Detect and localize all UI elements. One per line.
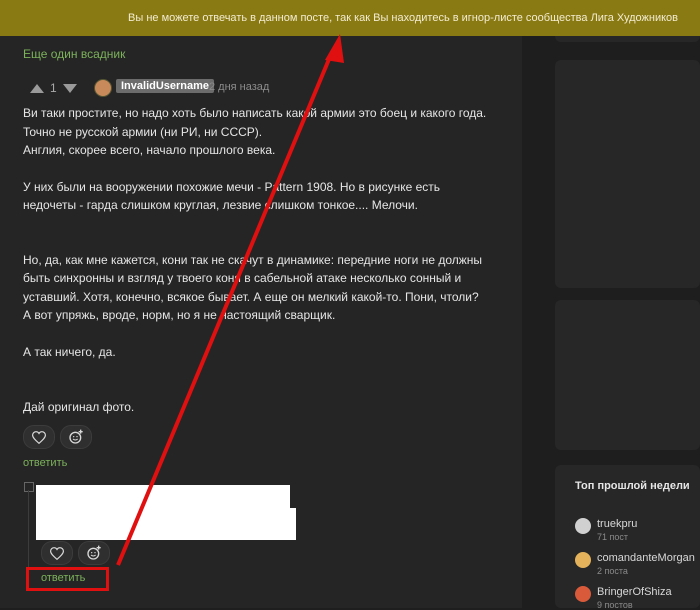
top-user-count: 9 постов: [597, 600, 633, 610]
child-emoji-reaction-button[interactable]: [78, 541, 110, 565]
redacted-block: [36, 485, 290, 509]
top-user-name: BringerOfShiza: [597, 586, 672, 598]
sidebar-card-3: [555, 300, 700, 450]
banner-text: Вы не можете отвечать в данном посте, та…: [128, 12, 678, 24]
comment-body: Ви таки простите, но надо хоть было напи…: [23, 104, 493, 417]
heart-icon: [50, 546, 64, 560]
top-user-name: comandanteMorgan: [597, 552, 695, 564]
smile-plus-icon: [69, 429, 83, 444]
collapse-thread-toggle[interactable]: [24, 482, 34, 492]
comment-rating: 1: [50, 81, 57, 95]
thread-line: [28, 490, 29, 570]
comment-paragraph: У них были на вооружении похожие мечи - …: [23, 179, 444, 213]
top-user-item[interactable]: comandanteMorgan 2 поста: [575, 552, 695, 576]
username-badge[interactable]: InvalidUsername: [116, 79, 215, 93]
reply-link[interactable]: ответить: [23, 457, 67, 469]
comment-paragraph: А так ничего, да.: [23, 344, 116, 359]
child-like-button[interactable]: [41, 541, 73, 565]
ignore-list-banner: Вы не можете отвечать в данном посте, та…: [0, 0, 700, 36]
annotation-highlight-box: [26, 567, 109, 591]
comment-paragraph: Ви таки простите, но надо хоть было напи…: [23, 106, 487, 157]
smile-plus-icon: [87, 545, 101, 560]
redacted-block: [36, 508, 296, 540]
heart-icon: [32, 430, 46, 444]
avatar: [575, 518, 591, 534]
top-user-item[interactable]: truekpru 71 пост: [575, 518, 637, 542]
top-user-count: 71 пост: [597, 532, 629, 542]
avatar: [575, 586, 591, 602]
post-title-link[interactable]: Еще один всадник: [23, 47, 125, 61]
comment-paragraph: Дай оригинал фото.: [23, 400, 135, 414]
top-user-count: 2 поста: [597, 566, 628, 576]
emoji-reaction-button[interactable]: [60, 425, 92, 449]
downvote-icon[interactable]: [62, 83, 77, 93]
upvote-icon[interactable]: [30, 83, 44, 93]
like-button[interactable]: [23, 425, 55, 449]
vote-control: 1: [30, 81, 77, 95]
avatar[interactable]: [94, 79, 112, 97]
avatar: [575, 552, 591, 568]
top-user-item[interactable]: BringerOfShiza 9 постов: [575, 586, 672, 610]
top-week-title: Топ прошлой недели: [575, 480, 690, 492]
top-user-name: truekpru: [597, 518, 638, 530]
comment-paragraph: Но, да, как мне кажется, кони так не ска…: [23, 252, 483, 323]
sidebar-card-2: [555, 60, 700, 288]
comment-time: 2 дня назад: [209, 81, 270, 93]
